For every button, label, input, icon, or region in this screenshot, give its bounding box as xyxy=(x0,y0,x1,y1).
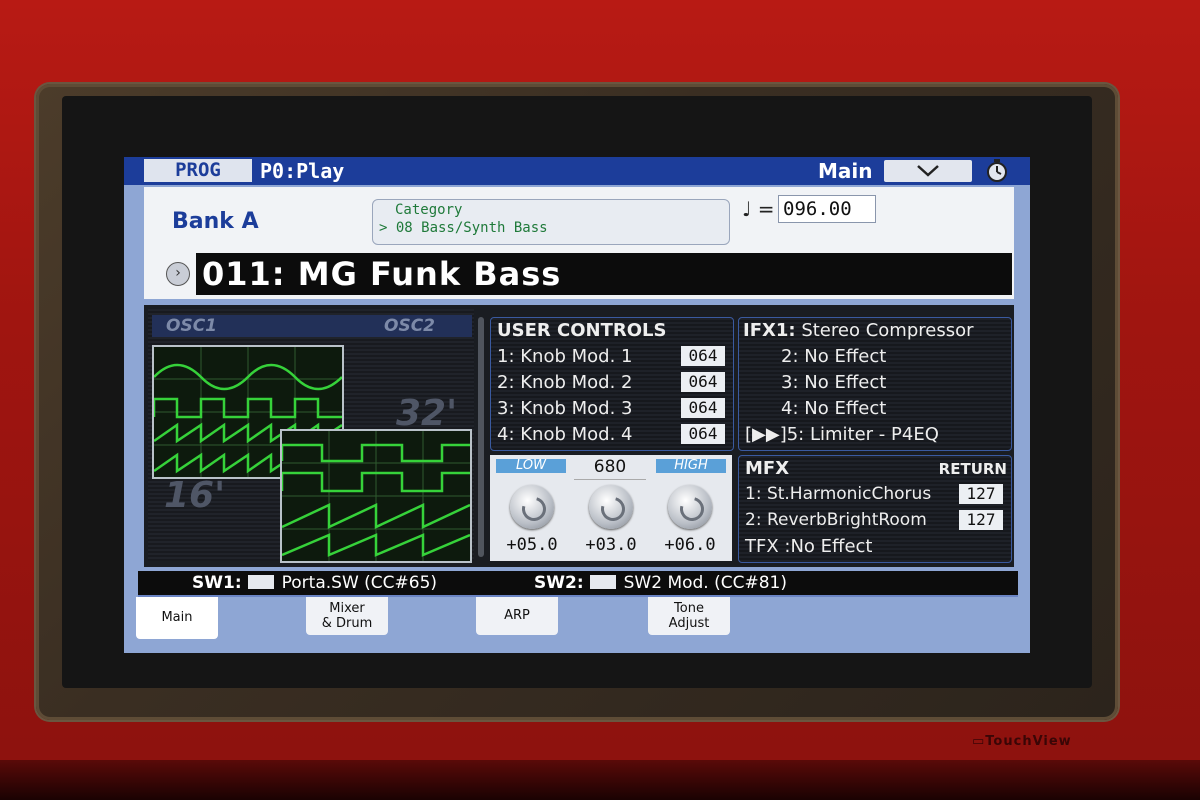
ifx-row[interactable]: 4: No Effect xyxy=(781,398,886,419)
category-title: Category xyxy=(395,202,463,218)
eq-high-gain: +06.0 xyxy=(664,535,716,555)
user-control-label: 2: Knob Mod. 2 xyxy=(497,372,633,393)
insert-effects-panel[interactable]: IFX1: Stereo Compressor 2: No Effect 3: … xyxy=(738,317,1012,451)
eq-low-label: LOW xyxy=(496,459,566,473)
tempo-field[interactable]: 096.00 xyxy=(778,195,876,223)
sw1-label: SW1: xyxy=(192,573,242,593)
chevron-down-icon xyxy=(917,165,939,177)
program-select-arrow-icon[interactable]: › xyxy=(166,262,190,286)
ifx-row[interactable]: 3: No Effect xyxy=(781,372,886,393)
eq-high-label: HIGH xyxy=(656,459,726,473)
mfx-title: MFX xyxy=(745,458,790,479)
tab-main-label: Main xyxy=(161,610,193,625)
sw2-assignment: SW2 Mod. (CC#81) xyxy=(623,573,787,593)
ifx-effect-name: Limiter - P4EQ xyxy=(809,424,939,445)
osc1-octave-label: 16' xyxy=(164,475,226,516)
master-effects-panel[interactable]: MFX RETURN 1: St.HarmonicChorus 127 2: Re… xyxy=(738,455,1012,563)
tab-adjust-label: Adjust xyxy=(668,616,710,631)
sw2-indicator[interactable] xyxy=(589,575,616,589)
touchview-logo: ▭TouchView xyxy=(972,734,1072,749)
tab-main[interactable]: Main xyxy=(136,597,218,639)
user-control-row[interactable]: 3: Knob Mod. 3 064 xyxy=(497,398,729,419)
tab-tone-adjust[interactable]: Tone Adjust xyxy=(648,597,730,635)
user-control-label: 3: Knob Mod. 3 xyxy=(497,398,633,419)
ifx-slot-label: 3: xyxy=(781,372,799,393)
mfx-row[interactable]: 1: St.HarmonicChorus 127 xyxy=(745,484,1007,504)
user-control-row[interactable]: 2: Knob Mod. 2 064 xyxy=(497,372,729,393)
sw2-label: SW2: xyxy=(534,573,584,593)
eq-mid-frequency[interactable]: 680 xyxy=(574,457,646,480)
ifx-row[interactable]: [▶▶]5: Limiter - P4EQ xyxy=(745,424,939,445)
user-control-value[interactable]: 064 xyxy=(681,346,725,366)
prog-mode-tab[interactable]: PROG xyxy=(144,159,252,182)
touch-screen: PROG P0:Play Main Bank A Category > 08 B… xyxy=(124,157,1030,653)
category-value: > 08 Bass/Synth Bass xyxy=(379,220,548,236)
ifx-row[interactable]: IFX1: Stereo Compressor xyxy=(743,320,974,341)
mfx-return-value[interactable]: 127 xyxy=(959,510,1003,530)
ifx-slot-label: [▶▶]5: xyxy=(745,424,805,445)
ifx-row[interactable]: 2: No Effect xyxy=(781,346,886,367)
user-controls-title: USER CONTROLS xyxy=(497,320,667,341)
oscillator-display: OSC1 OSC2 32' 16' xyxy=(148,309,474,563)
user-control-row[interactable]: 1: Knob Mod. 1 064 xyxy=(497,346,729,367)
mfx-effect-name: 1: St.HarmonicChorus xyxy=(745,484,932,504)
ifx-effect-name: Stereo Compressor xyxy=(801,320,974,341)
ifx-slot-label: 2: xyxy=(781,346,799,367)
tempo-note-icon: ♩ = xyxy=(742,197,775,221)
user-control-value[interactable]: 064 xyxy=(681,398,725,418)
user-control-label: 4: Knob Mod. 4 xyxy=(497,424,633,445)
category-selector[interactable]: Category > 08 Bass/Synth Bass xyxy=(372,199,730,245)
user-controls-panel[interactable]: USER CONTROLS 1: Knob Mod. 1 064 2: Knob … xyxy=(490,317,734,451)
switch-bar: SW1: Porta.SW (CC#65) SW2: SW2 Mod. (CC#81… xyxy=(138,571,1018,597)
tab-mixer-label: Mixer xyxy=(329,601,365,616)
mfx-return-label: RETURN xyxy=(938,460,1007,478)
tab-arp-label: ARP xyxy=(504,608,530,623)
osc2-waveform xyxy=(280,429,472,563)
ifx-effect-name: No Effect xyxy=(804,346,887,367)
ifx-slot-label: 4: xyxy=(781,398,799,419)
tab-arp[interactable]: ARP xyxy=(476,597,558,635)
title-bar: PROG P0:Play Main xyxy=(124,157,1030,185)
sw1-indicator[interactable] xyxy=(247,575,274,589)
eq-mid-gain: +03.0 xyxy=(585,535,637,555)
tfx-row[interactable]: TFX :No Effect xyxy=(745,536,1007,557)
user-control-row[interactable]: 4: Knob Mod. 4 064 xyxy=(497,424,729,445)
stopwatch-icon[interactable] xyxy=(984,159,1010,183)
eq-low-knob[interactable] xyxy=(510,485,554,529)
page-menu-button[interactable] xyxy=(884,160,972,182)
program-header: Bank A Category > 08 Bass/Synth Bass ♩ =… xyxy=(144,187,1014,299)
mfx-return-value[interactable]: 127 xyxy=(959,484,1003,504)
sw1-assignment: Porta.SW (CC#65) xyxy=(281,573,438,593)
tab-mixer-drum[interactable]: Mixer & Drum xyxy=(306,597,388,635)
sw1[interactable]: SW1: Porta.SW (CC#65) xyxy=(192,571,437,595)
eq-mid-knob[interactable] xyxy=(589,485,633,529)
program-name[interactable]: 011: MG Funk Bass xyxy=(196,253,1012,295)
sw2[interactable]: SW2: SW2 Mod. (CC#81) xyxy=(534,571,787,595)
mfx-effect-name: 2: ReverbBrightRoom xyxy=(745,510,927,530)
user-control-label: 1: Knob Mod. 1 xyxy=(497,346,633,367)
eq-low-gain: +05.0 xyxy=(506,535,558,555)
ifx-slot-label: IFX1: xyxy=(743,320,796,341)
osc2-label: OSC2 xyxy=(384,316,435,336)
ifx-effect-name: No Effect xyxy=(804,398,887,419)
bank-label[interactable]: Bank A xyxy=(172,209,259,234)
main-panel: OSC1 OSC2 32' 16' USER CONTROLS 1: Knob … xyxy=(144,305,1014,567)
eq-panel: LOW 680 HIGH +05.0 +03.0 +06.0 xyxy=(490,455,732,561)
device-base xyxy=(0,760,1200,800)
osc-header: OSC1 OSC2 xyxy=(152,315,472,337)
osc1-label: OSC1 xyxy=(166,316,217,336)
page-title: Main xyxy=(818,159,873,183)
user-control-value[interactable]: 064 xyxy=(681,424,725,444)
tab-drum-label: & Drum xyxy=(321,616,373,631)
mfx-row[interactable]: 2: ReverbBrightRoom 127 xyxy=(745,510,1007,530)
eq-high-knob[interactable] xyxy=(668,485,712,529)
tab-tone-label: Tone xyxy=(674,601,704,616)
user-control-value[interactable]: 064 xyxy=(681,372,725,392)
mode-title: P0:Play xyxy=(260,159,345,183)
ifx-effect-name: No Effect xyxy=(804,372,887,393)
osc2-octave-label: 32' xyxy=(396,393,458,434)
osc-scrollbar[interactable] xyxy=(478,317,484,557)
